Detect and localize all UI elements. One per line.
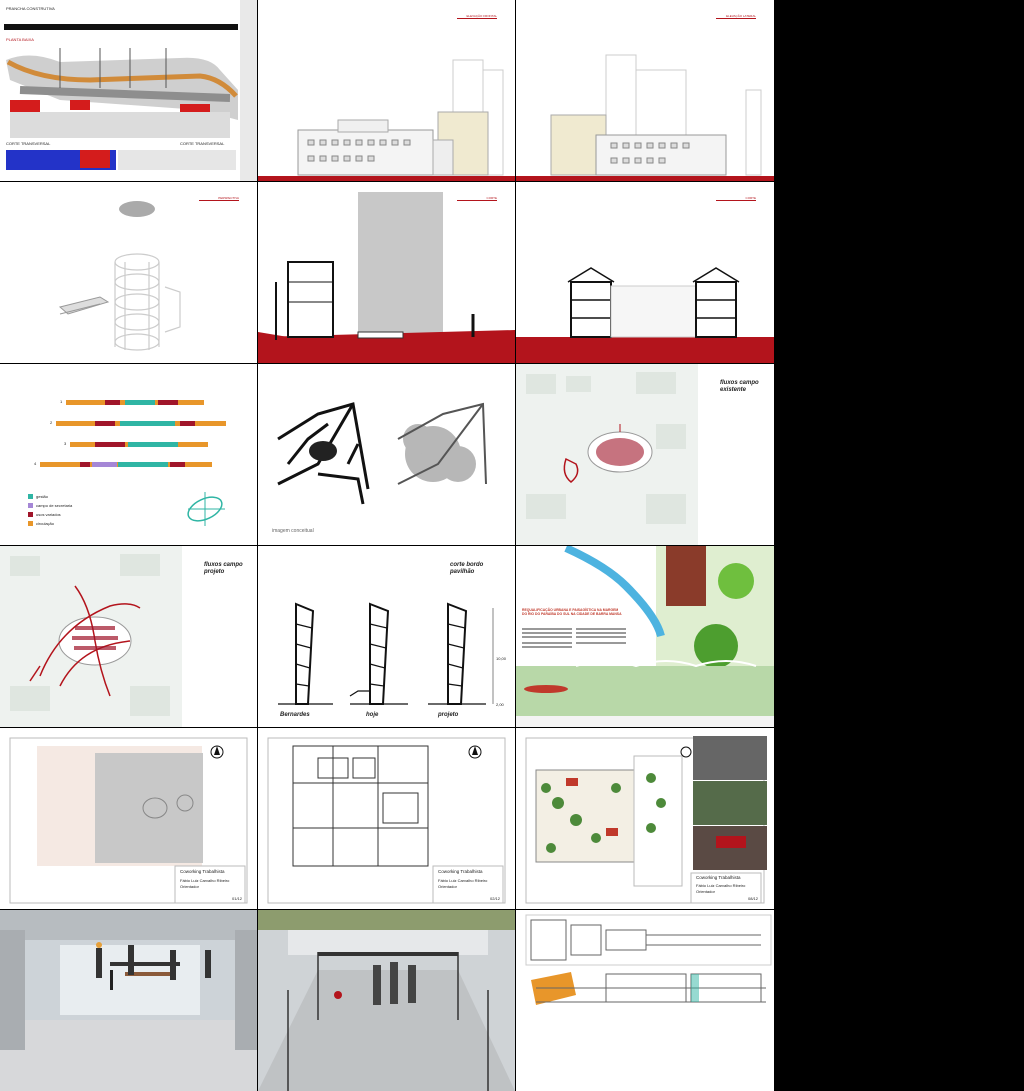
- thumbnail-sheet-interiors[interactable]: Coworking Trabalhista Fábio Luiz Carvalh…: [516, 728, 774, 909]
- interiors-advisor: Orientador: [696, 889, 715, 894]
- pavilion-label-1: Bernardes: [280, 712, 310, 718]
- perspective-sheet-label: PERSPECTIVA: [199, 196, 239, 201]
- thumbnail-plans-elevation[interactable]: [516, 910, 774, 1091]
- thumbnail-front-elevation[interactable]: ELEVAÇÃO FRONTAL: [258, 0, 515, 181]
- section-2-drawing: [516, 267, 774, 363]
- thumbnail-river-poster[interactable]: REQUALIFICAÇÃO URBANA E PAISAGÍSTICA NA …: [516, 546, 774, 727]
- thumbnail-section-1[interactable]: CORTE: [258, 182, 515, 363]
- legend-item-4: circulação: [36, 521, 55, 526]
- plan-board-drawing: [0, 0, 257, 181]
- front-elevation-sheet-label: ELEVAÇÃO FRONTAL: [457, 14, 497, 19]
- plans-elevation-drawing: [525, 914, 772, 1005]
- pavilion-title-1: corte bordo: [450, 562, 484, 568]
- program-row-3: 3: [64, 441, 67, 446]
- pavilion-title-2: pavilhão: [450, 569, 475, 575]
- site-plan-advisor: Orientador: [180, 884, 199, 889]
- program-row-1: 1: [60, 399, 63, 404]
- thumbnail-flows-project[interactable]: fluxos campo projeto: [0, 546, 257, 727]
- pavilion-dim-1: 10,00: [496, 656, 507, 661]
- section-2-sheet-label: CORTE: [716, 196, 756, 201]
- flows-existing-title-2: existente: [720, 387, 747, 393]
- pavilion-section-drawing: [278, 602, 494, 705]
- floor-plan-project-title: Coworking Trabalhista: [438, 869, 483, 874]
- pavilion-label-3: projeto: [438, 712, 459, 718]
- thumbnail-grid: PRANCHA CONSTRUTIVA PLANTA BAIXA CORTE T…: [0, 0, 774, 1091]
- floor-plan-author: Fábio Luiz Carvalho Ribeiro: [438, 878, 488, 883]
- flows-project-title-2: projeto: [204, 569, 225, 575]
- section-1-sheet-label: CORTE: [457, 196, 497, 201]
- conceptual-drawing: [277, 402, 487, 505]
- pavilion-dim-2: 2,00: [496, 702, 504, 707]
- interiors-sheet-number: 08/12: [748, 896, 759, 901]
- conceptual-caption: imagem conceitual: [272, 528, 314, 534]
- flows-project-title-1: fluxos campo: [204, 562, 243, 568]
- thumbnail-sheet-site-plan[interactable]: Coworking Trabalhista Fábio Luiz Carvalh…: [0, 728, 257, 909]
- legend-item-1: gestão: [36, 494, 49, 499]
- program-bars-drawing: [28, 400, 226, 526]
- thumbnail-pavilion-section[interactable]: corte bordo pavilhão Bernardes hoje proj…: [258, 546, 515, 727]
- program-row-2: 2: [50, 420, 53, 425]
- thumbnail-sheet-floor-plan[interactable]: Coworking Trabalhista Fábio Luiz Carvalh…: [258, 728, 515, 909]
- plan-board-subtitle: PLANTA BAIXA: [6, 37, 34, 42]
- perspective-drawing: [58, 201, 181, 351]
- interiors-author: Fábio Luiz Carvalho Ribeiro: [696, 883, 746, 888]
- thumbnail-flows-existing[interactable]: fluxos campo existente: [516, 364, 774, 545]
- floor-plan-advisor: Orientador: [438, 884, 457, 889]
- side-elevation-sheet-label: ELEVAÇÃO LATERAL: [716, 14, 756, 19]
- flows-existing-title-1: fluxos campo: [720, 380, 759, 386]
- program-row-4: 4: [34, 461, 37, 466]
- floor-plan-sheet-number: 02/12: [490, 896, 501, 901]
- thumbnail-render-interior-2[interactable]: [258, 910, 515, 1091]
- thumbnail-perspective[interactable]: PERSPECTIVA: [0, 182, 257, 363]
- thumbnail-conceptual-image[interactable]: imagem conceitual: [258, 364, 515, 545]
- river-poster-title: REQUALIFICAÇÃO URBANA E PAISAGÍSTICA NA …: [522, 608, 622, 616]
- plan-board-caption-1: CORTE TRANSVERSAL: [6, 141, 51, 146]
- site-plan-project-title: Coworking Trabalhista: [180, 869, 225, 874]
- site-plan-author: Fábio Luiz Carvalho Ribeiro: [180, 878, 230, 883]
- plan-board-title: PRANCHA CONSTRUTIVA: [6, 6, 55, 11]
- river-poster-render: [516, 546, 774, 727]
- legend-item-2: campo de secretaria: [36, 503, 73, 508]
- legend-item-3: usos variados: [36, 512, 61, 517]
- interiors-drawing: [525, 736, 767, 904]
- thumbnail-section-2[interactable]: CORTE: [516, 182, 774, 363]
- render-interior-1: [0, 910, 257, 1091]
- thumbnail-side-elevation[interactable]: ELEVAÇÃO LATERAL: [516, 0, 774, 181]
- pavilion-label-2: hoje: [366, 712, 379, 718]
- render-interior-2: [258, 910, 515, 1091]
- plan-board-caption-2: CORTE TRANSVERSAL: [180, 141, 225, 146]
- interiors-project-title: Coworking Trabalhista: [696, 875, 741, 880]
- thumbnail-program-diagram[interactable]: 1 2 3 4 gestão campo de secretaria usos …: [0, 364, 257, 545]
- side-elevation-drawing: [516, 54, 774, 181]
- section-1-drawing: [258, 192, 515, 363]
- thumbnail-plan-board[interactable]: PRANCHA CONSTRUTIVA PLANTA BAIXA CORTE T…: [0, 0, 257, 181]
- site-plan-sheet-number: 01/12: [232, 896, 243, 901]
- front-elevation-drawing: [258, 59, 515, 181]
- thumbnail-render-interior-1[interactable]: [0, 910, 257, 1091]
